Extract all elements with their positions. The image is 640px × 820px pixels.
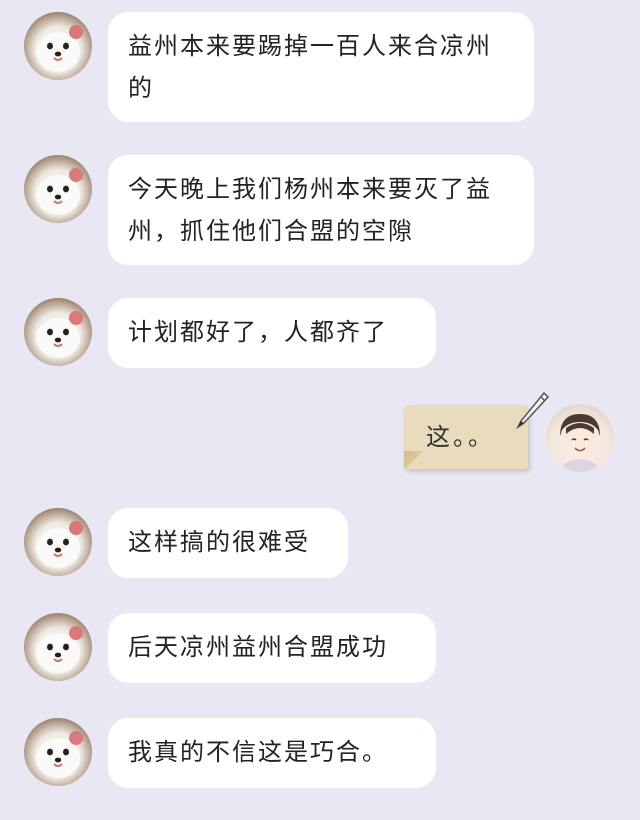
message-text: 我真的不信这是巧合。	[128, 738, 388, 766]
message-bubble: 我真的不信这是巧合。	[108, 718, 436, 788]
white-dog-avatar[interactable]	[24, 508, 92, 576]
message-text: 计划都好了，人都齐了	[128, 318, 388, 346]
message-bubble: 这样搞的很难受	[108, 508, 348, 578]
white-dog-avatar[interactable]	[24, 298, 92, 366]
page-curl-decoration	[404, 451, 424, 469]
chat-window: 益州本来要踢掉一百人来合凉州的 今天晚上我们杨州本来要灭了益州，抓住他们合盟的空…	[0, 0, 640, 820]
white-dog-avatar[interactable]	[24, 155, 92, 223]
message-text: 今天晚上我们杨州本来要灭了益州，抓住他们合盟的空隙	[128, 175, 492, 245]
message-bubble: 计划都好了，人都齐了	[108, 298, 436, 368]
message-text: 这样搞的很难受	[128, 528, 310, 556]
message-bubble: 今天晚上我们杨州本来要灭了益州，抓住他们合盟的空隙	[108, 155, 534, 265]
message-bubble: 益州本来要踢掉一百人来合凉州的	[108, 12, 534, 122]
fountain-pen-icon	[514, 391, 550, 445]
white-dog-avatar[interactable]	[24, 718, 92, 786]
message-text: 后天凉州益州合盟成功	[128, 633, 388, 661]
message-text: 这。。	[426, 423, 495, 451]
message-text: 益州本来要踢掉一百人来合凉州的	[128, 32, 492, 102]
white-dog-avatar[interactable]	[24, 12, 92, 80]
message-bubble: 这。。	[404, 391, 550, 469]
white-dog-avatar[interactable]	[24, 613, 92, 681]
message-bubble: 后天凉州益州合盟成功	[108, 613, 436, 683]
anime-boy-avatar[interactable]	[546, 404, 614, 472]
